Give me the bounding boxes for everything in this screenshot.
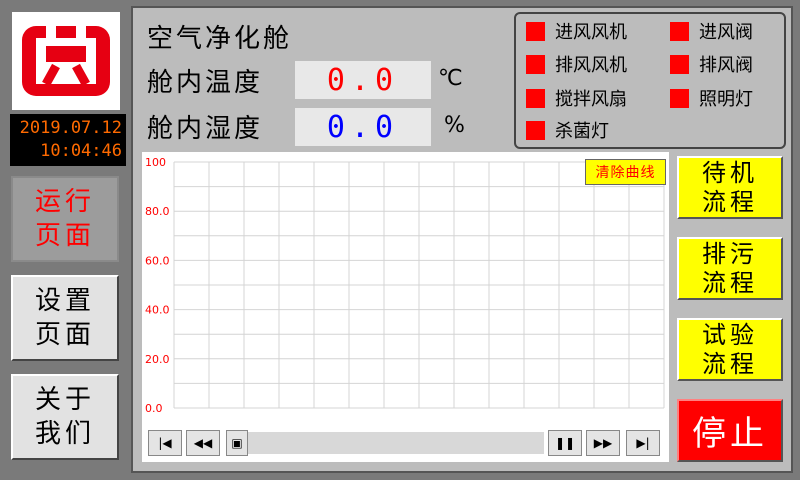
nav-about-line1: 关于 [34, 385, 95, 415]
status-label: 排风风机 [555, 55, 627, 76]
drain-process-button[interactable]: 排污 流程 [677, 237, 783, 300]
standby-line1: 待机 [702, 158, 758, 187]
nav-settings-page-button[interactable]: 设置 页面 [11, 275, 119, 361]
fast-forward-icon[interactable]: ▶▶ [586, 430, 620, 456]
status-label: 进风风机 [555, 22, 627, 43]
standby-process-button[interactable]: 待机 流程 [677, 156, 783, 219]
drain-line2: 流程 [702, 268, 758, 297]
clock-time: 10:04:46 [40, 141, 122, 161]
status-indicator-icon [670, 21, 689, 41]
drain-line1: 排污 [702, 239, 758, 268]
status-lighting: 照明灯 [670, 86, 753, 110]
page-title: 空气净化舱 [147, 24, 293, 54]
y-tick-label: 40.0 [145, 304, 170, 317]
status-indicator-icon [670, 54, 689, 74]
window-icon[interactable]: ▣ [226, 430, 248, 456]
nav-about-us-button[interactable]: 关于 我们 [11, 374, 119, 460]
status-label: 进风阀 [699, 22, 753, 43]
y-tick-label: 20.0 [145, 353, 170, 366]
nav-settings-line2: 页面 [34, 320, 95, 350]
temperature-label: 舱内温度 [147, 68, 264, 98]
status-label: 搅拌风扇 [555, 89, 627, 110]
test-line1: 试验 [702, 320, 758, 349]
pause-icon[interactable]: ❚❚ [548, 430, 582, 456]
status-exhaust-fan: 排风风机 [526, 52, 627, 76]
chart-scroll-controls: |◀ ◀◀ ▣ ❚❚ ▶▶ ▶| [148, 430, 664, 456]
y-tick-label: 0.0 [145, 402, 163, 415]
company-logo [12, 12, 120, 110]
device-status-panel: 进风风机 进风阀 排风风机 排风阀 搅拌风扇 照明灯 杀菌灯 [514, 12, 786, 149]
status-label: 排风阀 [699, 55, 753, 76]
nav-about-line2: 我们 [34, 419, 95, 449]
status-indicator-icon [670, 88, 689, 108]
status-mixing-fan: 搅拌风扇 [526, 86, 627, 110]
rewind-icon[interactable]: ◀◀ [186, 430, 220, 456]
humidity-label: 舱内湿度 [147, 114, 264, 144]
skip-to-end-icon[interactable]: ▶| [626, 430, 660, 456]
temperature-unit: ℃ [438, 66, 463, 91]
humidity-unit: % [444, 113, 465, 138]
status-exhaust-valve: 排风阀 [670, 52, 753, 76]
clear-curve-button[interactable]: 清除曲线 [585, 159, 666, 185]
y-tick-label: 100 [145, 156, 166, 169]
standby-line2: 流程 [702, 187, 758, 216]
y-tick-label: 80.0 [145, 205, 170, 218]
nav-run-line1: 运行 [34, 187, 95, 217]
test-process-button[interactable]: 试验 流程 [677, 318, 783, 381]
status-label: 杀菌灯 [555, 121, 609, 142]
status-sterilize-lamp: 杀菌灯 [526, 118, 609, 142]
y-tick-label: 60.0 [145, 254, 170, 267]
status-inlet-fan: 进风风机 [526, 19, 627, 43]
skip-to-start-icon[interactable]: |◀ [148, 430, 182, 456]
trend-chart-svg: 100 80.0 60.0 40.0 20.0 0.0 [145, 156, 665, 415]
clock-date: 2019.07.12 [19, 118, 122, 138]
humidity-value: 0.0 [295, 108, 431, 146]
clock-display: 2019.07.12 10:04:46 [10, 114, 126, 166]
stop-button[interactable]: 停止 [677, 399, 783, 462]
status-indicator-icon [526, 88, 545, 108]
nav-settings-line1: 设置 [34, 286, 95, 316]
status-indicator-icon [526, 120, 545, 140]
scroll-track[interactable] [248, 432, 544, 454]
nav-run-page-button[interactable]: 运行 页面 [11, 176, 119, 262]
temperature-value: 0.0 [295, 61, 431, 99]
status-inlet-valve: 进风阀 [670, 19, 753, 43]
test-line2: 流程 [702, 349, 758, 378]
nav-run-line2: 页面 [34, 221, 95, 251]
status-label: 照明灯 [699, 89, 753, 110]
logo-icon [22, 26, 110, 96]
trend-chart: 100 80.0 60.0 40.0 20.0 0.0 [142, 152, 669, 462]
status-indicator-icon [526, 21, 545, 41]
status-indicator-icon [526, 54, 545, 74]
